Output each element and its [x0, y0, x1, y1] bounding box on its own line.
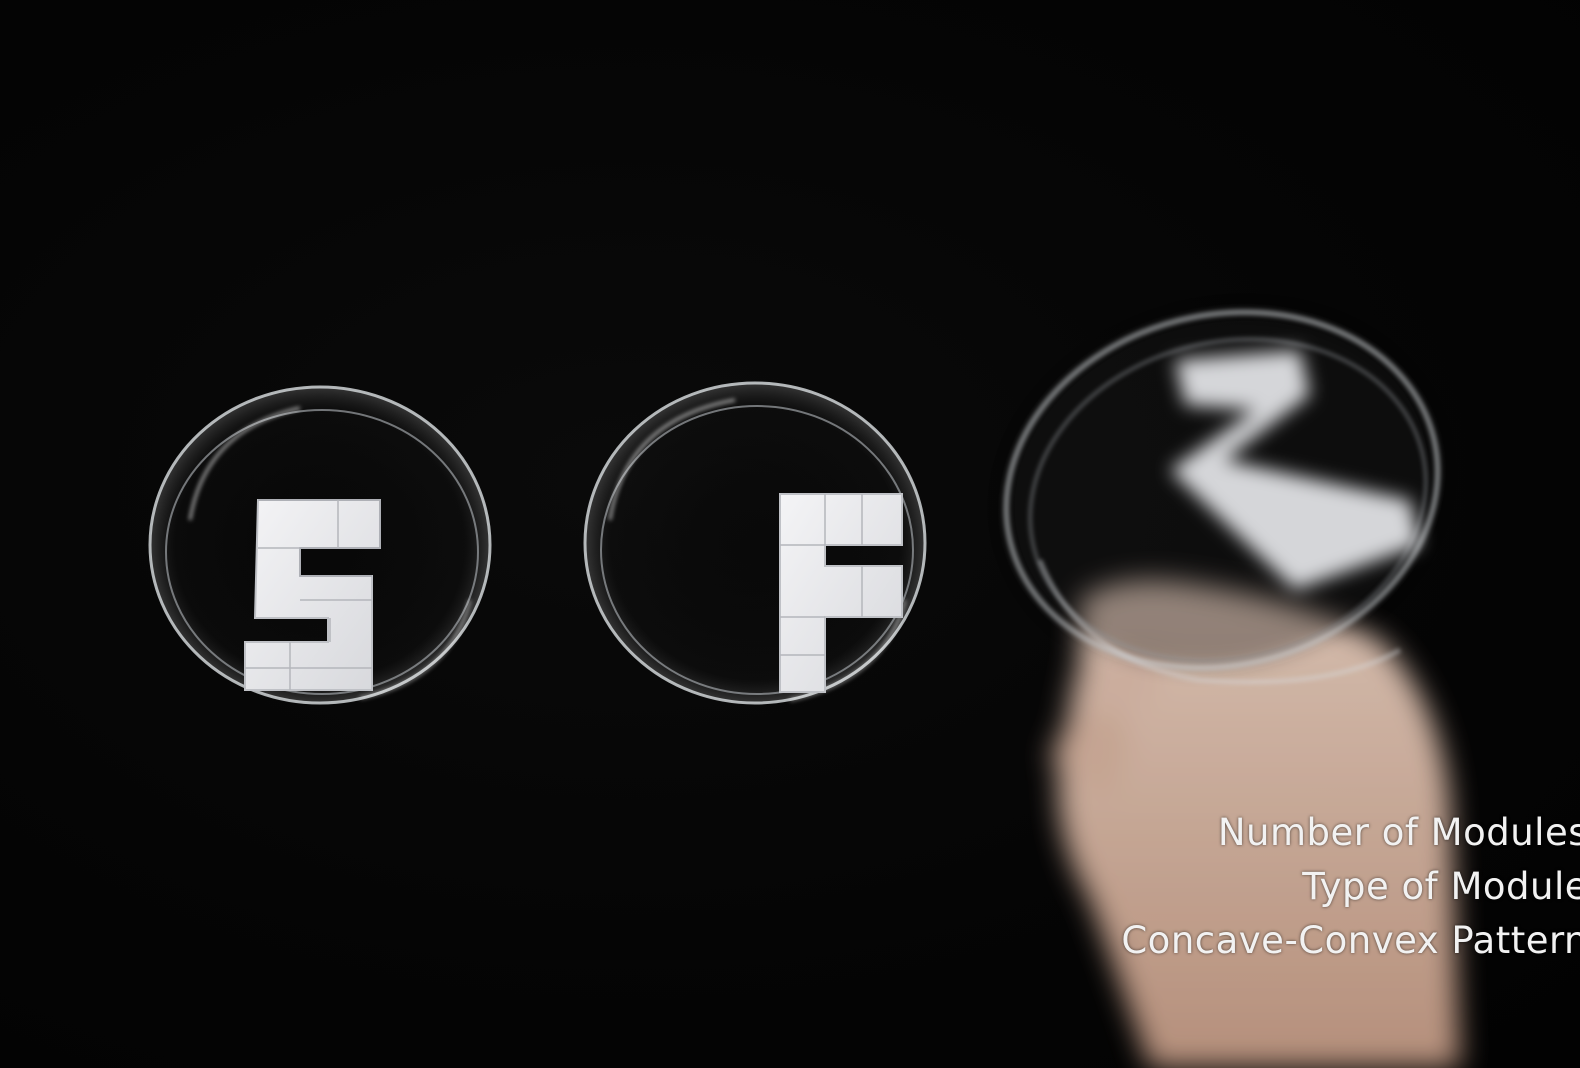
petri-dish-z-moving [1003, 309, 1441, 685]
video-frame: Number of Modules Type of Module Concave… [0, 0, 1580, 1068]
caption-line-type-of-module: Type of Module [1302, 865, 1580, 908]
petri-dish-f [583, 381, 927, 705]
caption-line-concave-convex-pattern: Concave-Convex Pattern [1121, 919, 1580, 962]
s-shaped-blocks [244, 499, 381, 691]
petri-dish-s [148, 385, 492, 705]
caption-line-number-of-modules: Number of Modules [1217, 811, 1580, 854]
caption-overlay: Number of Modules Type of Module Concave… [960, 806, 1580, 968]
